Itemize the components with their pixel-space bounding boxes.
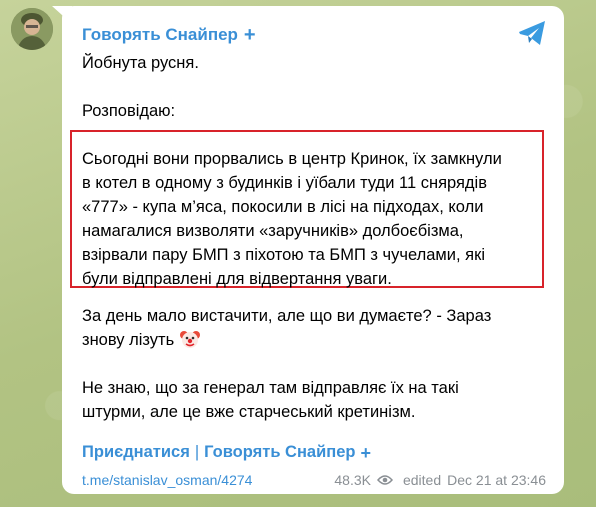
- edited-label: edited: [402, 472, 442, 488]
- highlight-line: в котел в одному з будинків і уїбали туд…: [82, 174, 487, 192]
- join-link[interactable]: Приєднатися: [82, 443, 190, 462]
- plus-icon: +: [360, 442, 371, 463]
- channel-name-label: Говорять Снайпер: [82, 25, 238, 44]
- footer-links: Приєднатися | Говорять Снайпер +: [82, 443, 371, 462]
- plus-icon: +: [243, 24, 256, 46]
- highlight-line: були відправлені для відвертання уваги.: [82, 270, 392, 288]
- view-count: 48.3K: [334, 472, 371, 488]
- post-paragraph-4-line: штурми, але це вже старчеський кретинізм…: [82, 403, 416, 421]
- post-paragraph-3-line: За день мало вистачити, але що ви думаєт…: [82, 307, 492, 325]
- footer-separator: |: [194, 443, 200, 461]
- channel-avatar[interactable]: [11, 8, 53, 50]
- highlight-line: намагалися визволяти «заручників» долбоє…: [82, 222, 464, 240]
- message-meta: t.me/stanislav_osman/4274 48.3K edited D…: [82, 472, 546, 488]
- post-date: Dec 21 at 23:46: [447, 472, 546, 488]
- post-paragraph-3-line: знову лізуть: [82, 331, 175, 349]
- post-paragraph-4-line: Не знаю, що за генерал там відправляє їх…: [82, 379, 459, 397]
- eye-icon: [376, 475, 393, 485]
- post-link[interactable]: t.me/stanislav_osman/4274: [82, 472, 252, 488]
- highlight-line: взірвали пару БМП з піхотою та БМП з чуч…: [82, 246, 485, 264]
- highlight-line: Сьогодні вони прорвались в центр Кринок,…: [82, 150, 502, 168]
- highlight-line: «777» - купа м’яса, покосили в лісі на п…: [82, 198, 484, 216]
- post-line-intro: Йобнута русня.: [82, 54, 199, 72]
- telegram-icon[interactable]: [518, 20, 546, 46]
- post-line-story: Розповідаю:: [82, 102, 176, 120]
- message-bubble: Говорять Снайпер + Йобнута русня. Розпов…: [62, 6, 564, 494]
- clown-face-icon: [179, 331, 200, 348]
- channel-name[interactable]: Говорять Снайпер +: [82, 25, 256, 45]
- post-paragraph-3-end: знову лізуть: [82, 328, 201, 353]
- soldier-avatar-icon: [11, 8, 53, 50]
- channel-link[interactable]: Говорять Снайпер: [204, 443, 355, 462]
